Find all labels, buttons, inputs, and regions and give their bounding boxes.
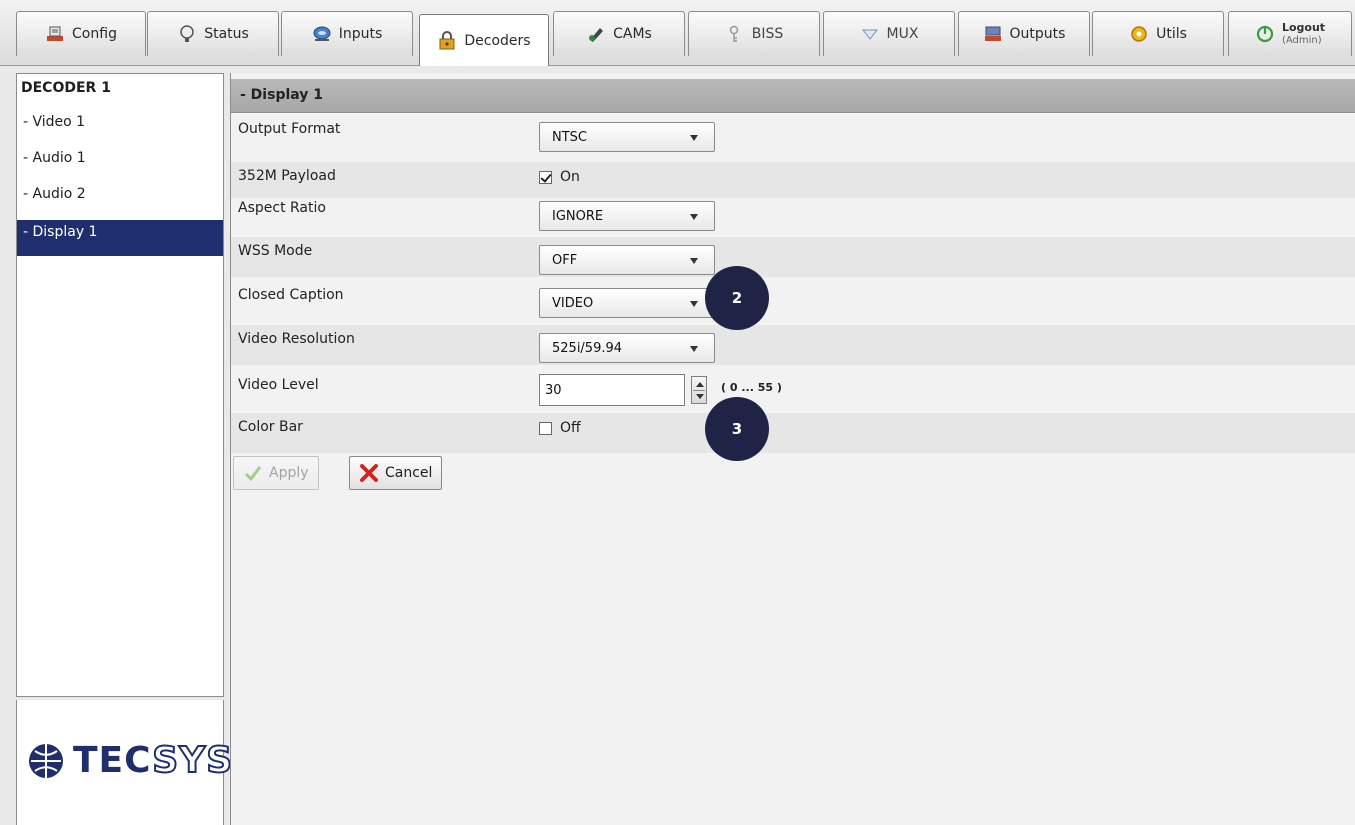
wss-mode-label: WSS Mode xyxy=(238,243,313,259)
tab-outputs[interactable]: Outputs xyxy=(958,11,1090,56)
row-352m-payload: 352M Payload On xyxy=(231,162,1355,198)
closed-caption-select[interactable]: VIDEO xyxy=(539,288,715,318)
outputs-icon xyxy=(983,24,1003,44)
chevron-down-icon xyxy=(690,135,698,141)
tab-biss[interactable]: BISS xyxy=(688,11,820,56)
decoder-sidebar: DECODER 1 - Video 1 - Audio 1 - Audio 2 … xyxy=(16,73,224,697)
output-format-select[interactable]: NTSC xyxy=(539,122,715,152)
logo-tec-text: TEC xyxy=(73,740,153,781)
output-format-value: NTSC xyxy=(552,130,587,145)
chevron-down-icon xyxy=(690,346,698,352)
logout-label-group: Logout (Admin) xyxy=(1282,21,1325,47)
spinner-divider xyxy=(693,390,705,391)
apply-button[interactable]: Apply xyxy=(233,456,319,490)
aspect-ratio-label: Aspect Ratio xyxy=(238,200,326,216)
checkmark-icon xyxy=(243,463,263,483)
tab-label: Decoders xyxy=(464,32,531,49)
tab-inputs[interactable]: Inputs xyxy=(281,11,413,56)
callout-marker-3: 3 xyxy=(705,397,769,461)
cross-icon xyxy=(359,463,379,483)
cancel-label: Cancel xyxy=(385,465,433,481)
tab-label: Config xyxy=(72,26,117,42)
logout-label: Logout xyxy=(1281,21,1326,34)
video-level-range: ( 0 ... 55 ) xyxy=(721,381,782,394)
video-level-spinner[interactable] xyxy=(691,376,707,404)
inputs-icon xyxy=(312,24,332,44)
tecsys-logo: TECSYS xyxy=(27,739,234,782)
row-aspect-ratio: Aspect Ratio IGNORE xyxy=(231,194,1355,234)
aspect-ratio-value: IGNORE xyxy=(552,209,604,224)
tab-label: Inputs xyxy=(338,26,383,42)
color-bar-value: Off xyxy=(560,420,581,436)
color-bar-toggle: Off xyxy=(539,420,581,436)
cancel-button[interactable]: Cancel xyxy=(349,456,443,490)
video-level-input[interactable]: 30 xyxy=(539,374,685,406)
tab-logout[interactable]: Logout (Admin) xyxy=(1228,11,1352,56)
chevron-down-icon xyxy=(690,258,698,264)
video-level-label: Video Level xyxy=(238,377,319,393)
logout-icon xyxy=(1255,24,1275,44)
row-video-level: Video Level 30 ( 0 ... 55 ) xyxy=(231,371,1355,411)
tab-label: MUX xyxy=(886,26,919,42)
tab-label: Utils xyxy=(1156,26,1187,42)
tab-utils[interactable]: Utils xyxy=(1092,11,1224,56)
row-closed-caption: Closed Caption VIDEO xyxy=(231,281,1355,321)
status-icon xyxy=(177,24,197,44)
row-output-format: Output Format NTSC xyxy=(231,115,1355,155)
biss-icon xyxy=(725,24,745,44)
payload-352m-toggle: On xyxy=(539,169,580,185)
chevron-down-icon xyxy=(690,301,698,307)
sidebar-item-video-1[interactable]: - Video 1 xyxy=(17,110,223,146)
payload-352m-checkbox[interactable] xyxy=(539,170,552,184)
closed-caption-value: VIDEO xyxy=(552,296,594,311)
decoders-icon xyxy=(437,30,457,51)
top-tab-bar: Config Status Inputs Decoders CAMs BISS xyxy=(0,0,1355,66)
chevron-down-icon xyxy=(690,214,698,220)
tab-status[interactable]: Status xyxy=(147,11,279,56)
apply-label: Apply xyxy=(269,465,309,481)
logo-sys-text: SYS xyxy=(151,739,234,782)
tab-label: BISS xyxy=(751,26,784,42)
logo-wordmark: TECSYS xyxy=(73,739,234,782)
wss-mode-value: OFF xyxy=(552,253,578,268)
color-bar-checkbox[interactable] xyxy=(539,421,552,435)
video-resolution-select[interactable]: 525i/59.94 xyxy=(539,333,715,363)
config-icon xyxy=(45,24,65,44)
color-bar-label: Color Bar xyxy=(238,419,303,435)
display-settings-panel: - Display 1 Output Format NTSC 352M Payl… xyxy=(230,73,1355,825)
tab-decoders[interactable]: Decoders xyxy=(419,14,549,66)
video-resolution-value: 525i/59.94 xyxy=(552,341,623,356)
utils-icon xyxy=(1129,24,1149,44)
tab-label: CAMs xyxy=(613,26,652,42)
row-video-resolution: Video Resolution 525i/59.94 xyxy=(231,325,1355,365)
sidebar-item-audio-2[interactable]: - Audio 2 xyxy=(17,182,223,218)
aspect-ratio-select[interactable]: IGNORE xyxy=(539,201,715,231)
payload-352m-label: 352M Payload xyxy=(238,168,336,184)
mux-icon xyxy=(860,24,880,44)
payload-352m-value: On xyxy=(560,169,580,185)
tab-label: Outputs xyxy=(1009,26,1066,42)
spinner-up-icon xyxy=(696,382,704,387)
tab-config[interactable]: Config xyxy=(16,11,146,56)
tab-label: Status xyxy=(204,26,249,42)
video-resolution-label: Video Resolution xyxy=(238,331,355,347)
row-wss-mode: WSS Mode OFF xyxy=(231,237,1355,277)
spinner-down-icon xyxy=(696,394,704,399)
sidebar-title: DECODER 1 xyxy=(21,80,111,96)
tab-cams[interactable]: CAMs xyxy=(553,11,685,56)
closed-caption-label: Closed Caption xyxy=(238,287,344,303)
logout-user-label: (Admin) xyxy=(1281,35,1322,46)
section-header: - Display 1 xyxy=(231,79,1355,113)
cams-icon xyxy=(586,24,606,44)
sidebar-item-display-1[interactable]: - Display 1 xyxy=(17,220,223,256)
sidebar-item-audio-1[interactable]: - Audio 1 xyxy=(17,146,223,182)
row-color-bar: Color Bar Off xyxy=(231,413,1355,453)
output-format-label: Output Format xyxy=(238,121,341,137)
brand-logo-area: TECSYS xyxy=(16,700,233,825)
globe-icon xyxy=(27,742,65,780)
wss-mode-select[interactable]: OFF xyxy=(539,245,715,275)
callout-marker-2: 2 xyxy=(705,266,769,330)
tab-mux[interactable]: MUX xyxy=(823,11,955,56)
